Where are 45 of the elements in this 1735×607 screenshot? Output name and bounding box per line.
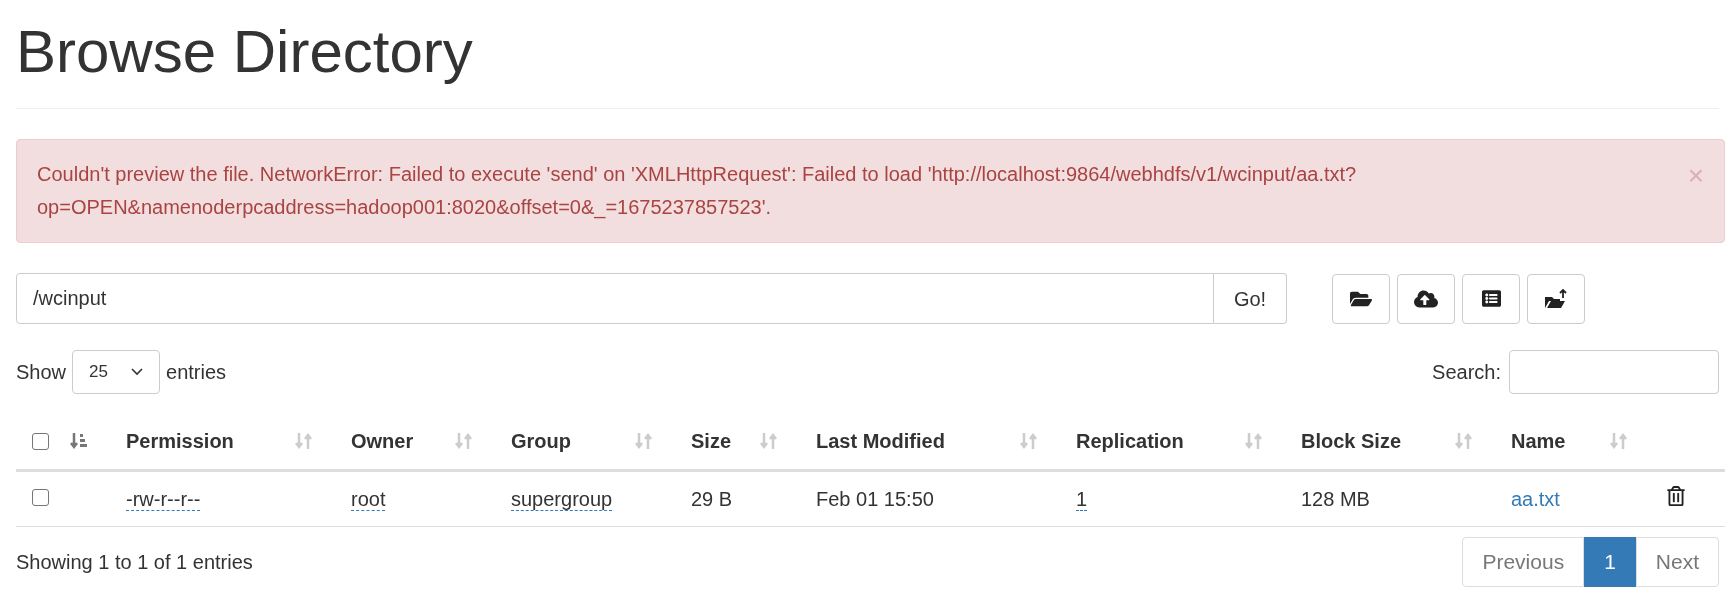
error-message: Couldn't preview the file. NetworkError: Failed to execute 'send' on 'XMLHttpRequest': Failed to load 'http://localhost:9864/webhdfs/v1/wcinput/aa.txt?op=OPEN&namenoderpcaddress=hadoop001:8020&offset=0&_=1675237857523'. <box>37 162 1358 221</box>
page-title: Browse Directory <box>16 0 1719 109</box>
table-cell[interactable]: 1 <box>1076 487 1088 511</box>
table-cell: Feb 01 15:50 <box>816 487 934 510</box>
sort-icon[interactable] <box>635 431 653 452</box>
table-cell[interactable]: -rw-r--r-- <box>126 487 201 511</box>
column-header[interactable]: Block Size <box>1301 426 1402 457</box>
sort-icon[interactable] <box>1610 431 1628 452</box>
sort-icon[interactable] <box>760 431 778 452</box>
pagination-button[interactable]: Previous <box>1462 536 1585 587</box>
table-cell[interactable]: supergroup <box>511 487 613 511</box>
sort-icon[interactable] <box>455 431 473 452</box>
column-header[interactable]: Owner <box>351 426 414 457</box>
entries-info: Showing 1 to 1 of 1 entries <box>16 549 253 575</box>
table-cell: 29 B <box>691 487 733 510</box>
table-cell[interactable]: root <box>351 487 386 511</box>
search-label: Search: <box>1432 360 1501 385</box>
path-input-field[interactable]: /wcinput <box>16 273 1214 324</box>
sort-icon[interactable] <box>295 431 313 452</box>
file-link[interactable]: aa.txt <box>1511 487 1560 510</box>
column-header[interactable]: Size <box>691 426 732 457</box>
checkbox[interactable] <box>32 432 49 450</box>
sort-icon[interactable] <box>1020 431 1038 452</box>
entries-select[interactable]: 25 <box>72 350 161 394</box>
table-cell: 128 MB <box>1301 487 1370 510</box>
pagination-button[interactable]: Next <box>1635 536 1719 587</box>
sort-icon[interactable] <box>1455 431 1473 452</box>
pagination-button[interactable]: 1 <box>1584 536 1636 587</box>
list-icon[interactable] <box>1462 273 1520 324</box>
search-field[interactable] <box>1509 350 1719 394</box>
folder-icon[interactable] <box>1332 273 1390 324</box>
entries-label: entries <box>166 360 227 385</box>
column-header[interactable]: Name <box>1511 426 1566 457</box>
trash-icon[interactable] <box>1666 485 1686 506</box>
show-label: Show <box>16 360 67 385</box>
chevron-down-icon <box>131 368 144 376</box>
column-header[interactable]: Permission <box>126 426 234 457</box>
column-header[interactable]: Replication <box>1076 426 1184 457</box>
checkbox[interactable] <box>32 488 49 506</box>
column-header[interactable]: Group <box>511 426 571 457</box>
go-button[interactable]: Go! <box>1214 273 1287 324</box>
folder-upload-icon[interactable] <box>1527 273 1585 324</box>
upload-icon[interactable] <box>1397 273 1455 324</box>
sort-icon[interactable] <box>1245 431 1263 452</box>
column-header[interactable]: Last Modified <box>816 426 945 457</box>
